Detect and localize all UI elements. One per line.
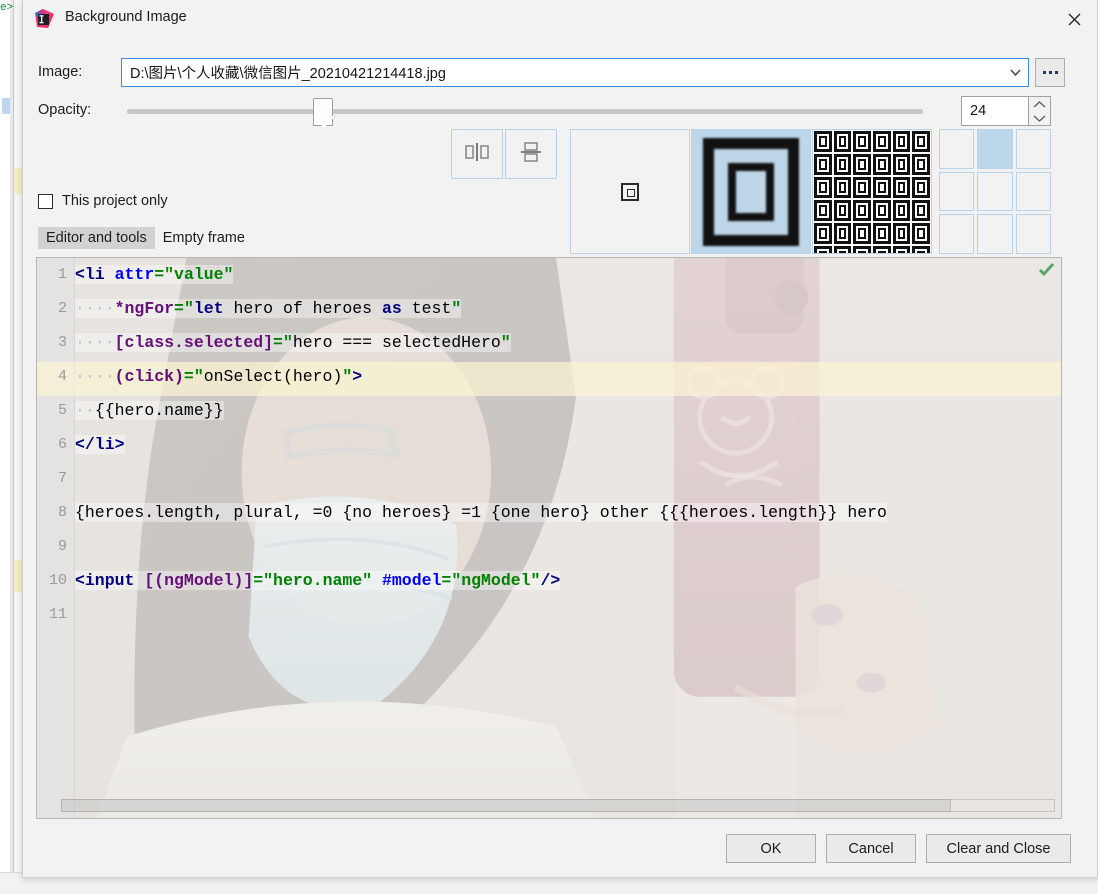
tile-preview-icon — [813, 130, 931, 253]
ide-gutter-marker-selection — [2, 98, 10, 114]
mirror-horizontal-button[interactable] — [451, 129, 503, 179]
editor-line-text: <li attr="value" — [75, 265, 234, 284]
anchor-cell-middle-right[interactable] — [1015, 171, 1051, 212]
opacity-spinner-arrows — [1029, 96, 1051, 126]
editor-line-number: 6 — [57, 436, 67, 453]
tab-empty-frame[interactable]: Empty frame — [155, 227, 253, 249]
scale-mode-center[interactable] — [570, 129, 690, 254]
preview-tabs: Editor and tools Empty frame — [38, 227, 253, 249]
scale-mode-scale-to-fit[interactable] — [691, 129, 811, 254]
clear-and-close-button[interactable]: Clear and Close — [926, 834, 1071, 863]
editor-line[interactable]: 6 </li> — [37, 428, 1061, 462]
editor-line-text: {heroes.length, plural, =0 {no heroes} =… — [75, 503, 887, 522]
editor-line-text: </li> — [75, 435, 125, 454]
background-image-dialog: Background Image Image: D:\图片\个人收藏\微信图片_… — [22, 0, 1098, 878]
image-path-value[interactable]: D:\图片\个人收藏\微信图片_20210421214418.jpg — [122, 62, 1002, 83]
spinner-down-icon[interactable] — [1029, 111, 1050, 125]
dialog-title: Background Image — [65, 9, 187, 25]
anchor-cell-top-left[interactable] — [939, 129, 975, 169]
editor-line[interactable]: 9 — [37, 530, 1061, 564]
ide-left-strip-3 — [15, 0, 22, 894]
editor-line-number: 5 — [57, 402, 67, 419]
opacity-label: Opacity: — [38, 102, 92, 118]
editor-line[interactable]: 2 ····*ngFor="let hero of heroes as test" — [37, 292, 1061, 326]
editor-line-text: <input [(ngModel)]="hero.name" #model="n… — [75, 571, 561, 590]
editor-preview[interactable]: 1 <li attr="value" 2 ····*ngFor="let hero o… — [36, 257, 1062, 819]
opacity-slider-thumb[interactable] — [313, 98, 334, 126]
editor-line-text: ····(click)="onSelect(hero)"> — [75, 367, 363, 386]
editor-line[interactable]: 10 <input [(ngModel)]="hero.name" #model=… — [37, 564, 1061, 598]
editor-line-text: ····[class.selected]="hero === selectedH… — [75, 333, 511, 352]
editor-line-number: 8 — [57, 504, 67, 521]
intellij-idea-icon — [34, 8, 55, 29]
flip-horizontal-icon — [464, 141, 490, 168]
ide-left-strip-2 — [10, 0, 14, 894]
opacity-slider[interactable] — [127, 96, 923, 130]
cancel-button[interactable]: Cancel — [826, 834, 916, 863]
this-project-only-label: This project only — [62, 193, 168, 209]
opacity-spinner[interactable]: 24 — [961, 96, 1029, 126]
editor-line[interactable]: 5 ··{{hero.name}} — [37, 394, 1061, 428]
ok-button[interactable]: OK — [726, 834, 816, 863]
ide-gutter-marker-highlight-2 — [14, 560, 22, 592]
editor-line-number: 2 — [57, 300, 67, 317]
ide-gutter-marker-highlight-1 — [14, 168, 22, 194]
image-path-combobox[interactable]: D:\图片\个人收藏\微信图片_20210421214418.jpg — [121, 58, 1029, 87]
editor-line[interactable]: 7 — [37, 462, 1061, 496]
mirror-vertical-button[interactable] — [505, 129, 557, 179]
ellipsis-icon — [1042, 71, 1058, 74]
anchor-position-grid — [939, 129, 1051, 254]
chevron-down-icon[interactable] — [1002, 59, 1028, 86]
anchor-cell-top-center[interactable] — [977, 129, 1013, 169]
center-preview-icon — [621, 182, 639, 201]
anchor-cell-bottom-left[interactable] — [939, 214, 975, 254]
anchor-cell-bottom-center[interactable] — [977, 214, 1013, 254]
flip-vertical-icon — [519, 140, 543, 169]
editor-line-number: 1 — [57, 266, 67, 283]
editor-line[interactable]: 4 ····(click)="onSelect(hero)"> — [37, 360, 1061, 394]
browse-file-button[interactable] — [1035, 58, 1065, 87]
editor-hscrollbar-thumb[interactable] — [61, 799, 951, 812]
anchor-cell-middle-left[interactable] — [939, 171, 975, 212]
tab-editor-and-tools[interactable]: Editor and tools — [38, 227, 155, 249]
editor-line-number: 4 — [57, 368, 67, 385]
editor-line-number: 10 — [48, 572, 67, 589]
anchor-cell-top-right[interactable] — [1015, 129, 1051, 169]
spinner-up-icon[interactable] — [1029, 97, 1050, 111]
close-icon[interactable] — [1051, 0, 1097, 38]
opacity-slider-track — [127, 109, 923, 114]
this-project-only-checkbox[interactable]: This project only — [38, 193, 168, 209]
image-label: Image: — [38, 64, 83, 80]
ide-left-strip-1 — [0, 0, 10, 894]
anchor-cell-middle-center[interactable] — [977, 171, 1013, 212]
editor-line[interactable]: 3 ····[class.selected]="hero === selected… — [37, 326, 1061, 360]
editor-line-number: 11 — [48, 606, 67, 623]
ide-code-fragment: e> — [0, 2, 14, 14]
scale-to-fit-preview-icon — [703, 137, 799, 246]
editor-line[interactable]: 8 {heroes.length, plural, =0 {no heroes} … — [37, 496, 1061, 530]
anchor-cell-bottom-right[interactable] — [1015, 214, 1051, 254]
editor-line-number: 7 — [57, 470, 67, 487]
green-check-icon[interactable] — [1038, 261, 1055, 283]
checkbox-box-icon[interactable] — [38, 193, 53, 209]
dialog-titlebar: Background Image — [23, 0, 1097, 38]
editor-line[interactable]: 11 — [37, 598, 1061, 632]
editor-line-text: ····*ngFor="let hero of heroes as test" — [75, 299, 462, 318]
scale-mode-tile[interactable] — [812, 129, 932, 254]
editor-line-text: ··{{hero.name}} — [75, 401, 224, 420]
editor-line[interactable]: 1 <li attr="value" — [37, 258, 1061, 292]
editor-line-number: 3 — [57, 334, 67, 351]
opacity-value[interactable]: 24 — [962, 103, 1028, 119]
editor-line-number: 9 — [57, 538, 67, 555]
editor-code-area[interactable]: 1 <li attr="value" 2 ····*ngFor="let hero o… — [37, 258, 1061, 818]
